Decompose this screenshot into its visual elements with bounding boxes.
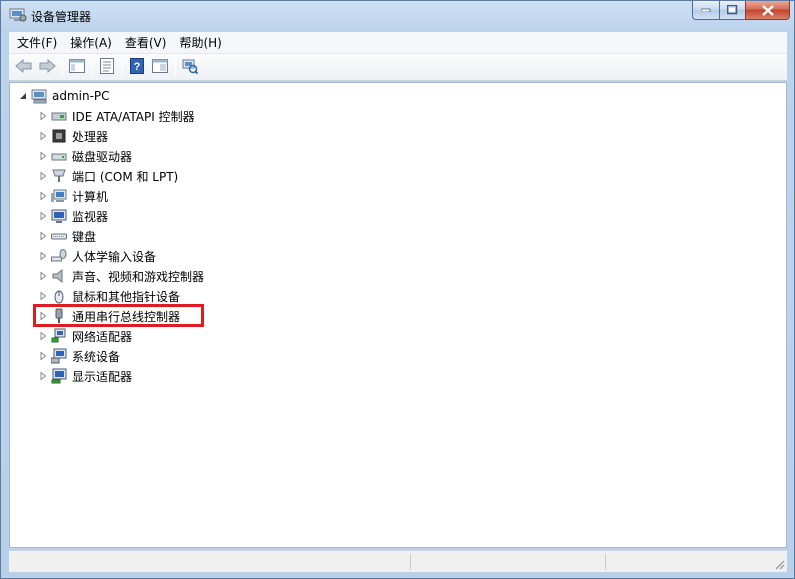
collapse-arrow-icon[interactable]	[18, 92, 27, 101]
tree-node-disk-drive[interactable]: 磁盘驱动器	[38, 147, 132, 165]
back-button[interactable]	[13, 56, 35, 78]
status-separator	[605, 554, 606, 570]
network-adapter-icon	[51, 328, 67, 344]
tree-node-monitor[interactable]: 监视器	[38, 207, 108, 225]
expand-arrow-icon[interactable]	[38, 192, 47, 201]
properties-icon	[100, 57, 114, 77]
system-device-icon	[51, 348, 67, 364]
properties-button[interactable]	[96, 56, 118, 78]
processor-icon	[51, 128, 67, 144]
port-icon	[51, 168, 67, 184]
tree-node-system-device[interactable]: 系统设备	[38, 347, 120, 365]
tree-node-computer[interactable]: 计算机	[38, 187, 108, 205]
menu-help[interactable]: 帮助(H)	[171, 34, 226, 51]
monitor-icon	[51, 208, 67, 224]
help-button[interactable]: ?	[126, 56, 148, 78]
tree-node-label: 处理器	[72, 129, 109, 144]
tree-node-label: 键盘	[72, 229, 97, 244]
window-title: 设备管理器	[31, 10, 92, 24]
tree-node-label: 人体学输入设备	[72, 249, 157, 264]
disk-drive-icon	[51, 148, 67, 164]
computer-icon	[31, 88, 47, 104]
toolbar: ?	[9, 54, 787, 81]
caption-buttons	[692, 1, 790, 21]
display-adapter-icon	[51, 368, 67, 384]
menu-file[interactable]: 文件(F)	[9, 34, 62, 51]
forward-icon	[38, 58, 56, 76]
scan-hardware-button[interactable]	[179, 56, 201, 78]
tree-node-hid[interactable]: 人体学输入设备	[38, 247, 156, 265]
expand-arrow-icon[interactable]	[38, 172, 47, 181]
tree-node-label: IDE ATA/ATAPI 控制器	[72, 109, 195, 124]
usb-controller-highlight-box	[33, 304, 204, 327]
status-separator	[410, 554, 411, 570]
tree-node-label: 计算机	[72, 189, 109, 204]
expand-arrow-icon[interactable]	[38, 352, 47, 361]
maximize-button[interactable]	[719, 1, 745, 20]
tree-node-mouse[interactable]: 鼠标和其他指针设备	[38, 287, 180, 305]
expand-arrow-icon[interactable]	[38, 372, 47, 381]
tree-node-sound[interactable]: 声音、视频和游戏控制器	[38, 267, 204, 285]
toolbar-separator	[62, 58, 63, 76]
tree-node-processor[interactable]: 处理器	[38, 127, 108, 145]
toolbar-separator	[122, 58, 123, 76]
expand-arrow-icon[interactable]	[38, 132, 47, 141]
tree-node-ide-controller[interactable]: IDE ATA/ATAPI 控制器	[38, 107, 195, 125]
tree-node-label: 鼠标和其他指针设备	[72, 289, 181, 304]
tree-node-label: 系统设备	[72, 349, 121, 364]
tree-node-label: 监视器	[72, 209, 109, 224]
close-button[interactable]	[745, 1, 790, 20]
tree-node-port[interactable]: 端口 (COM 和 LPT)	[38, 167, 178, 185]
tree-node-label: 显示适配器	[72, 369, 133, 384]
svg-text:?: ?	[134, 61, 141, 73]
toolbar-separator	[175, 58, 176, 76]
expand-arrow-icon[interactable]	[38, 292, 47, 301]
menu-view[interactable]: 查看(V)	[117, 34, 172, 51]
device-manager-icon	[9, 7, 27, 23]
expand-arrow-icon[interactable]	[38, 152, 47, 161]
minimize-button[interactable]	[692, 1, 719, 20]
expand-arrow-icon[interactable]	[38, 112, 47, 121]
view-icon	[152, 58, 168, 76]
computer-icon	[51, 188, 67, 204]
menu-bar: 文件(F) 操作(A) 查看(V) 帮助(H)	[9, 32, 787, 54]
expand-arrow-icon[interactable]	[38, 252, 47, 261]
ide-controller-icon	[51, 108, 67, 124]
expand-arrow-icon[interactable]	[38, 212, 47, 221]
back-icon	[15, 58, 33, 76]
tree-node-keyboard[interactable]: 键盘	[38, 227, 96, 245]
tree-node-label: 网络适配器	[72, 329, 133, 344]
tree-node-label: 声音、视频和游戏控制器	[72, 269, 205, 284]
tree-node-root[interactable]: admin-PC	[18, 87, 110, 105]
tree-node-label: 端口 (COM 和 LPT)	[72, 169, 179, 184]
forward-button[interactable]	[36, 56, 58, 78]
tree-node-label: admin-PC	[52, 89, 110, 103]
sound-icon	[51, 268, 67, 284]
show-hide-console-tree-button[interactable]	[66, 56, 88, 78]
help-icon: ?	[130, 57, 144, 77]
expand-arrow-icon[interactable]	[38, 232, 47, 241]
title-bar[interactable]: 设备管理器	[1, 1, 794, 31]
status-bar	[9, 550, 787, 572]
expand-arrow-icon[interactable]	[38, 332, 47, 341]
toolbar-separator	[92, 58, 93, 76]
scan-hardware-icon	[182, 58, 199, 77]
tree-node-display-adapter[interactable]: 显示适配器	[38, 367, 132, 385]
view-button[interactable]	[149, 56, 171, 78]
tree-node-label: 磁盘驱动器	[72, 149, 133, 164]
mouse-icon	[51, 288, 67, 304]
menu-action[interactable]: 操作(A)	[62, 34, 117, 51]
show-hide-console-tree-icon	[69, 58, 85, 76]
keyboard-icon	[51, 228, 67, 244]
tree-node-network-adapter[interactable]: 网络适配器	[38, 327, 132, 345]
device-manager-window: 设备管理器 文件(F) 操作(A) 查看(V) 帮助(H) ? admin-PC…	[0, 0, 795, 579]
hid-icon	[51, 248, 67, 264]
expand-arrow-icon[interactable]	[38, 272, 47, 281]
resize-grip-icon[interactable]	[773, 558, 785, 570]
